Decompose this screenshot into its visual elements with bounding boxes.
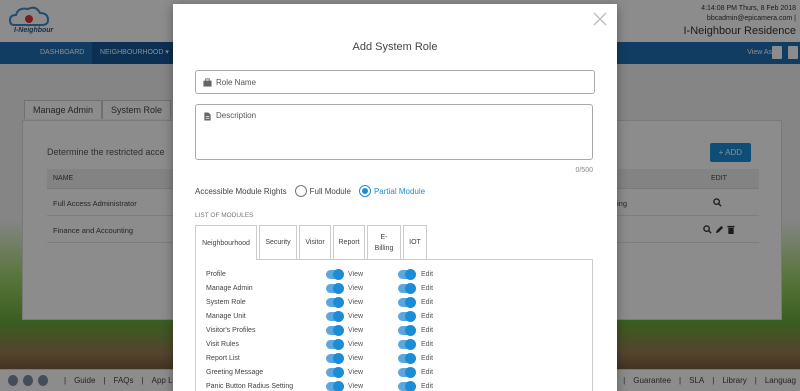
- edit-label: Edit: [421, 299, 434, 306]
- edit-label: Edit: [421, 383, 434, 390]
- edit-toggle[interactable]: [398, 353, 416, 364]
- edit-label: Edit: [421, 313, 434, 320]
- view-toggle[interactable]: [326, 297, 344, 308]
- edit-toggle[interactable]: [398, 269, 416, 280]
- edit-toggle[interactable]: [398, 367, 416, 378]
- partial-module-label[interactable]: Partial Module: [374, 187, 425, 196]
- edit-label: Edit: [421, 271, 434, 278]
- permission-row: Report List View Edit: [206, 353, 586, 367]
- tab-neighbourhood[interactable]: Neighbourhood: [195, 225, 257, 260]
- view-toggle[interactable]: [326, 311, 344, 322]
- view-toggle[interactable]: [326, 283, 344, 294]
- edit-label: Edit: [421, 341, 434, 348]
- edit-label: Edit: [421, 369, 434, 376]
- tab-security[interactable]: Security: [259, 225, 297, 259]
- permission-row: Greeting Message View Edit: [206, 367, 586, 381]
- edit-toggle[interactable]: [398, 339, 416, 350]
- edit-toggle[interactable]: [398, 283, 416, 294]
- permission-name: Visit Rules: [206, 341, 239, 348]
- add-system-role-modal: Add System Role 0/500 Accessible Module …: [173, 4, 617, 391]
- view-label: View: [348, 313, 364, 320]
- tab-e-billing[interactable]: E-Billing: [367, 225, 401, 259]
- rights-label: Accessible Module Rights: [195, 186, 287, 196]
- view-toggle[interactable]: [326, 381, 344, 391]
- view-toggle[interactable]: [326, 367, 344, 378]
- edit-toggle[interactable]: [398, 311, 416, 322]
- view-label: View: [348, 299, 364, 306]
- tab-e-billing-label: E-Billing: [374, 233, 394, 252]
- close-icon[interactable]: [593, 12, 607, 26]
- full-module-radio[interactable]: Full Module: [294, 185, 351, 197]
- view-label: View: [348, 369, 364, 376]
- view-label: View: [348, 271, 364, 278]
- role-name-field[interactable]: [195, 70, 595, 94]
- list-of-modules-heading: LIST OF MODULES: [195, 212, 254, 219]
- char-counter: 0/500: [575, 167, 593, 174]
- permission-row: System Role View Edit: [206, 297, 586, 311]
- modal-title: Add System Role: [352, 41, 438, 53]
- edit-toggle[interactable]: [398, 381, 416, 391]
- view-label: View: [348, 327, 364, 334]
- full-module-label[interactable]: Full Module: [310, 187, 351, 196]
- permission-name: Greeting Message: [206, 369, 264, 376]
- description-textarea[interactable]: [216, 111, 586, 155]
- view-label: View: [348, 341, 364, 348]
- edit-toggle[interactable]: [398, 297, 416, 308]
- permission-row: Panic Button Radius Setting View Edit: [206, 381, 586, 391]
- permission-name: System Role: [206, 299, 246, 306]
- view-toggle[interactable]: [326, 353, 344, 364]
- permission-name: Report List: [206, 355, 240, 362]
- permission-name: Manage Unit: [206, 313, 246, 320]
- view-label: View: [348, 355, 364, 362]
- permission-name: Panic Button Radius Setting: [206, 383, 294, 390]
- view-toggle[interactable]: [326, 325, 344, 336]
- tab-report[interactable]: Report: [333, 225, 365, 259]
- partial-module-radio[interactable]: Partial Module: [358, 185, 425, 197]
- edit-toggle[interactable]: [398, 325, 416, 336]
- permission-row: Manage Unit View Edit: [206, 311, 586, 325]
- edit-label: Edit: [421, 355, 434, 362]
- view-label: View: [348, 383, 364, 390]
- radio-dot[interactable]: [358, 185, 371, 197]
- module-tabs: Neighbourhood Security Visitor Report E-…: [195, 225, 429, 260]
- permissions-panel: Profile View Edit Manage Admin View Edit…: [195, 259, 593, 391]
- document-icon: [204, 112, 211, 121]
- permission-name: Visitor's Profiles: [206, 327, 256, 334]
- description-field[interactable]: [195, 104, 593, 160]
- radio-dot[interactable]: [294, 185, 307, 197]
- edit-label: Edit: [421, 285, 434, 292]
- accessible-module-rights: Accessible Module Rights Full Module Par…: [195, 185, 425, 197]
- edit-label: Edit: [421, 327, 434, 334]
- view-toggle[interactable]: [326, 269, 344, 280]
- view-label: View: [348, 285, 364, 292]
- permission-row: Manage Admin View Edit: [206, 283, 586, 297]
- view-toggle[interactable]: [326, 339, 344, 350]
- permission-row: Visit Rules View Edit: [206, 339, 586, 353]
- briefcase-icon: [203, 78, 212, 87]
- tab-visitor[interactable]: Visitor: [299, 225, 331, 259]
- tab-iot[interactable]: IOT: [403, 225, 427, 259]
- permission-row: Profile View Edit: [206, 269, 586, 283]
- permission-name: Profile: [206, 271, 226, 278]
- permission-row: Visitor's Profiles View Edit: [206, 325, 586, 339]
- role-name-input[interactable]: [216, 71, 586, 93]
- permission-name: Manage Admin: [206, 285, 253, 292]
